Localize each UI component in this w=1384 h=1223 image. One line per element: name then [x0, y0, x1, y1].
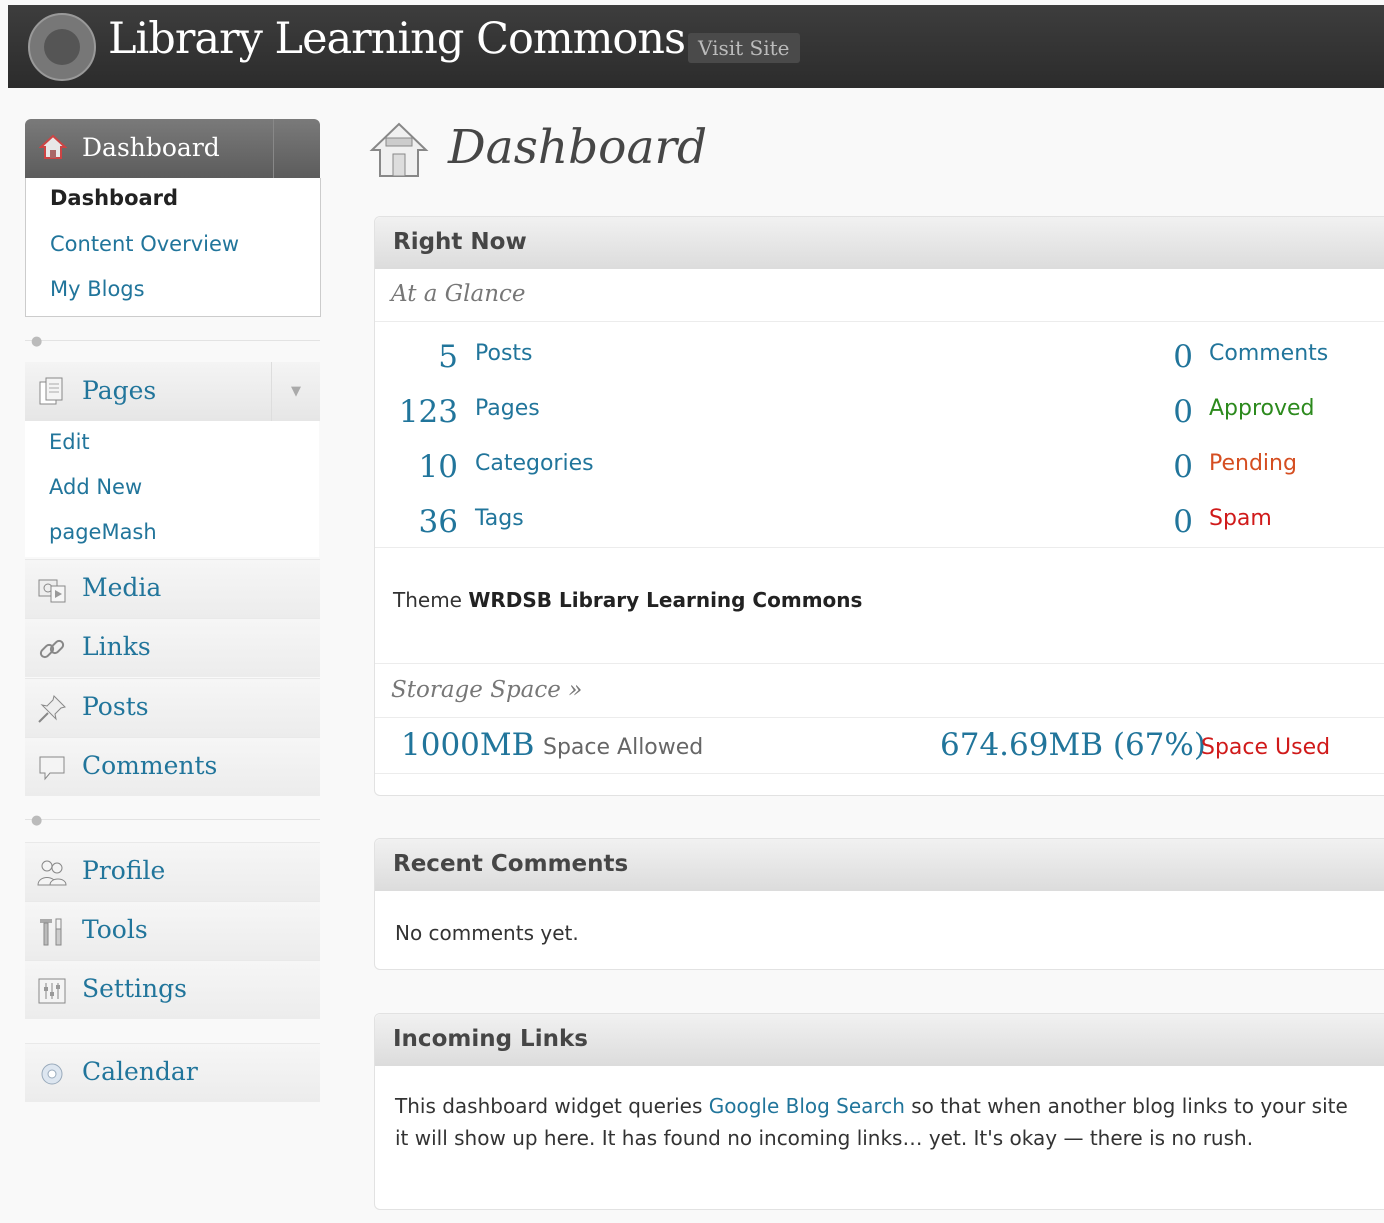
submenu-item-dashboard[interactable]: Dashboard — [50, 186, 178, 210]
submenu-item-add-new[interactable]: Add New — [49, 475, 142, 499]
home-icon — [39, 134, 67, 159]
menu-tools[interactable]: Tools — [25, 901, 320, 960]
menu-pages-label: Pages — [82, 376, 157, 405]
right-now-widget: Right Now At a Glance 5 Posts 123 Pages … — [374, 216, 1384, 796]
google-blog-search-link[interactable]: Google Blog Search — [709, 1094, 905, 1118]
menu-dashboard[interactable]: Dashboard — [25, 119, 320, 178]
visit-site-button[interactable]: Visit Site — [688, 33, 800, 63]
menu-separator: ● — [25, 334, 320, 349]
divider — [375, 321, 1384, 322]
pending-count[interactable]: 0 — [1145, 449, 1193, 485]
divider — [375, 773, 1384, 774]
incoming-links-widget: Incoming Links This dashboard widget que… — [374, 1013, 1384, 1210]
divider — [375, 663, 1384, 664]
tags-link[interactable]: Tags — [475, 506, 524, 531]
menu-calendar[interactable]: Calendar — [25, 1043, 320, 1102]
recent-comments-title: Recent Comments — [393, 851, 629, 877]
space-allowed-value: 1000MB — [401, 727, 535, 763]
submenu-item-content-overview[interactable]: Content Overview — [50, 232, 239, 256]
tools-icon — [40, 918, 62, 946]
submenu-item-pagemash[interactable]: pageMash — [49, 520, 157, 544]
settings-sliders-icon — [38, 978, 66, 1004]
comments-count[interactable]: 0 — [1145, 339, 1193, 375]
link-icon — [39, 639, 65, 659]
menu-profile-label: Profile — [82, 856, 166, 885]
menu-media-label: Media — [82, 573, 162, 602]
pushpin-icon — [38, 695, 66, 723]
menu-media[interactable]: Media — [25, 559, 320, 618]
recent-comments-header[interactable]: Recent Comments — [375, 839, 1384, 891]
menu-links-label: Links — [82, 632, 151, 661]
tags-count[interactable]: 36 — [395, 504, 458, 540]
menu-settings[interactable]: Settings — [25, 960, 320, 1019]
pages-count[interactable]: 123 — [395, 394, 458, 430]
admin-header: Library Learning Commons Visit Site — [8, 5, 1384, 88]
approved-count[interactable]: 0 — [1145, 394, 1193, 430]
pages-link[interactable]: Pages — [475, 396, 540, 421]
spam-count[interactable]: 0 — [1145, 504, 1193, 540]
spam-link[interactable]: Spam — [1209, 506, 1272, 531]
approved-link[interactable]: Approved — [1209, 396, 1315, 421]
menu-posts[interactable]: Posts — [25, 678, 320, 737]
menu-toggle-pages[interactable]: ▼ — [271, 362, 320, 421]
page-title: Dashboard — [448, 120, 708, 175]
space-used-value: 674.69MB (67%) — [940, 727, 1206, 763]
menu-settings-label: Settings — [82, 974, 187, 1003]
menu-separator: ● — [25, 813, 320, 828]
dashboard-home-icon — [369, 122, 429, 177]
comments-link[interactable]: Comments — [1209, 341, 1328, 366]
menu-comments[interactable]: Comments — [25, 737, 320, 796]
submenu-item-my-blogs[interactable]: My Blogs — [50, 277, 145, 301]
recent-comments-widget: Recent Comments No comments yet. — [374, 838, 1384, 970]
menu-calendar-label: Calendar — [82, 1057, 198, 1086]
storage-space-link[interactable]: Storage Space » — [391, 677, 582, 703]
menu-profile[interactable]: Profile — [25, 842, 320, 901]
categories-link[interactable]: Categories — [475, 451, 594, 476]
theme-name[interactable]: WRDSB Library Learning Commons — [468, 588, 862, 612]
posts-count[interactable]: 5 — [395, 339, 458, 375]
comment-bubble-icon — [39, 756, 65, 781]
menu-comments-label: Comments — [82, 751, 218, 780]
pending-link[interactable]: Pending — [1209, 451, 1297, 476]
pages-submenu: Edit Add New pageMash — [25, 421, 319, 557]
divider — [375, 717, 1384, 718]
theme-line: Theme WRDSB Library Learning Commons — [393, 588, 862, 612]
theme-prefix: Theme — [393, 588, 462, 612]
right-now-title: Right Now — [393, 229, 527, 255]
right-now-header[interactable]: Right Now — [375, 217, 1384, 269]
menu-toggle-dashboard[interactable] — [273, 119, 320, 178]
incoming-links-title: Incoming Links — [393, 1026, 588, 1052]
space-used-label: Space Used — [1201, 735, 1331, 760]
site-title[interactable]: Library Learning Commons — [108, 14, 686, 64]
at-a-glance-heading: At a Glance — [391, 281, 526, 307]
calendar-gear-icon — [41, 1063, 63, 1085]
posts-link[interactable]: Posts — [475, 341, 533, 366]
categories-count[interactable]: 10 — [395, 449, 458, 485]
no-comments-text: No comments yet. — [395, 921, 579, 945]
incoming-links-header[interactable]: Incoming Links — [375, 1014, 1384, 1066]
incoming-links-text-before: This dashboard widget queries — [395, 1094, 703, 1118]
menu-posts-label: Posts — [82, 692, 149, 721]
dashboard-submenu: Dashboard Content Overview My Blogs — [25, 178, 321, 317]
space-allowed-label: Space Allowed — [543, 735, 704, 760]
menu-pages[interactable]: Pages ▼ — [25, 362, 320, 421]
menu-dashboard-label: Dashboard — [82, 133, 220, 162]
incoming-links-description: This dashboard widget queries Google Blo… — [395, 1090, 1365, 1154]
users-icon — [37, 860, 67, 886]
pages-icon — [39, 377, 63, 405]
divider — [375, 547, 1384, 548]
media-icon — [38, 579, 66, 603]
submenu-item-edit[interactable]: Edit — [49, 430, 90, 454]
menu-tools-label: Tools — [82, 915, 148, 944]
site-logo-icon[interactable] — [28, 13, 96, 81]
menu-links[interactable]: Links — [25, 618, 320, 677]
